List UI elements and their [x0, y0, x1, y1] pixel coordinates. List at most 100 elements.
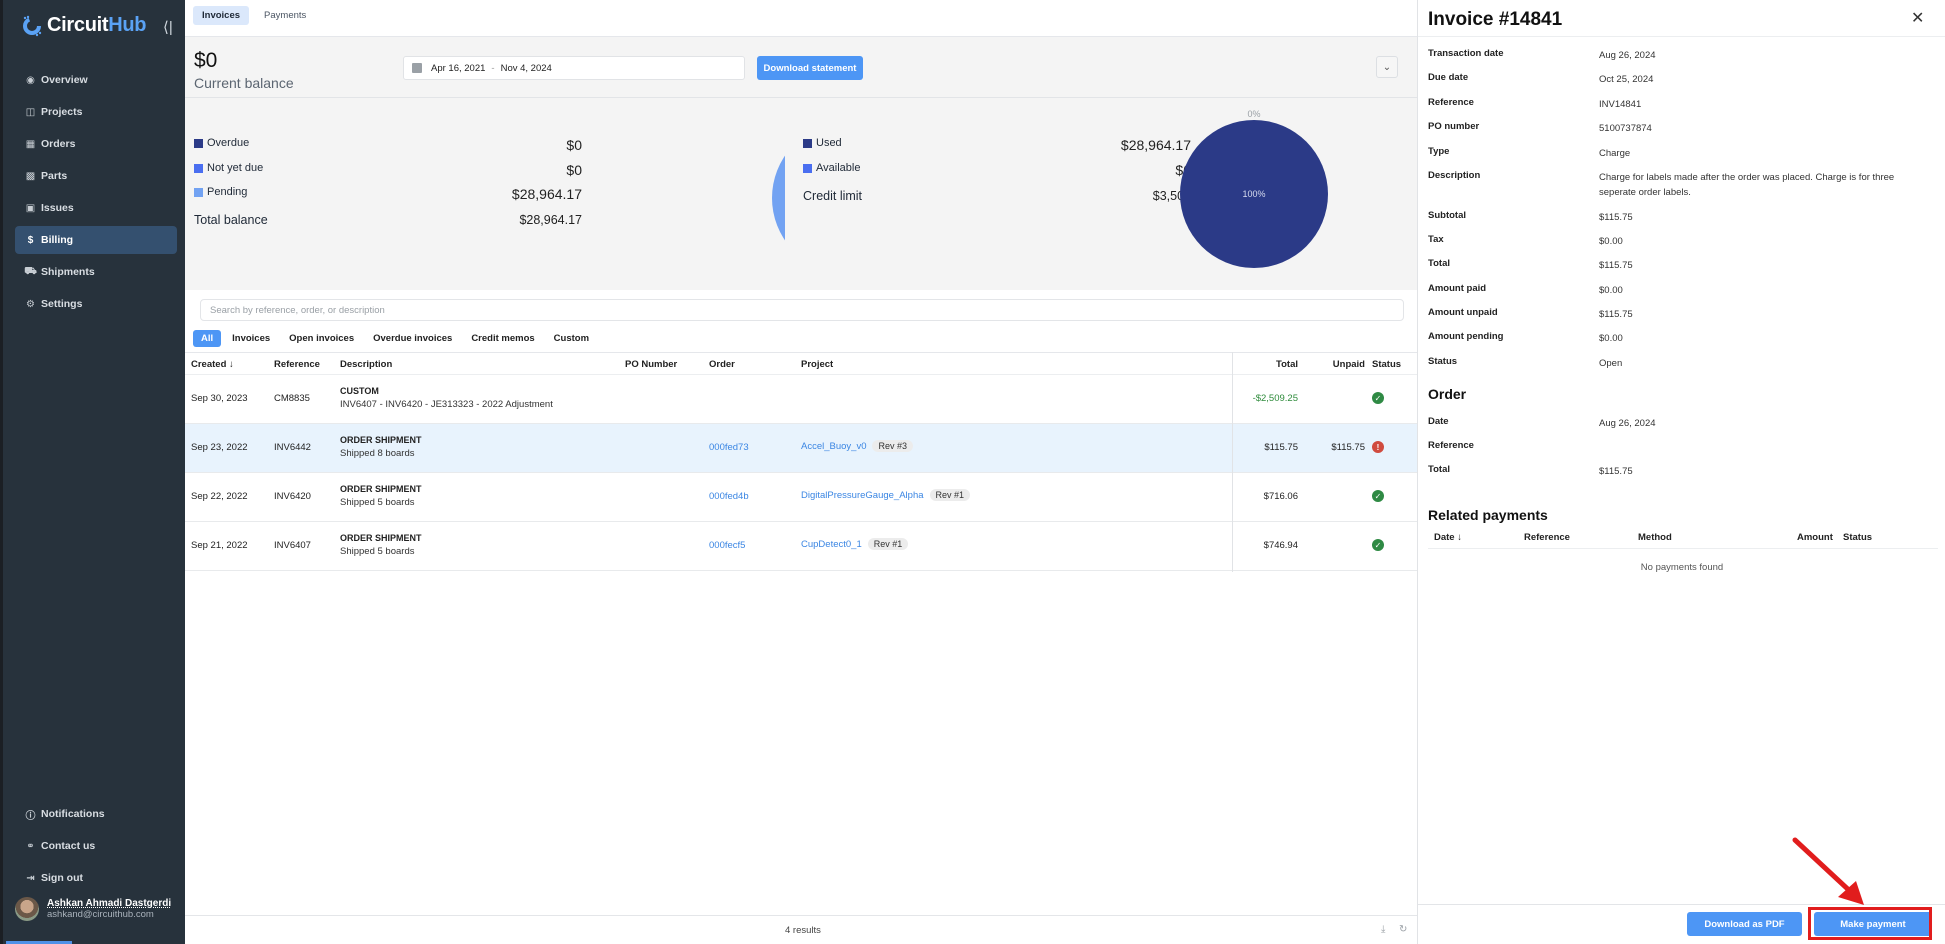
- sidebar-item-orders[interactable]: ▦ Orders: [15, 130, 177, 158]
- order-detail-label: Date: [1428, 416, 1449, 427]
- project-link[interactable]: DigitalPressureGauge_Alpha: [801, 490, 924, 501]
- revision-badge: Rev #1: [867, 538, 909, 550]
- sidebar-item-parts[interactable]: ▩ Parts: [15, 162, 177, 190]
- revision-badge: Rev #1: [929, 489, 971, 501]
- column-status[interactable]: Status: [1372, 359, 1401, 370]
- status-paid-check-icon: ✓: [1372, 392, 1384, 404]
- cell-reference: INV6407: [274, 540, 311, 551]
- sidebar-item-issues[interactable]: ▣ Issues: [15, 194, 177, 222]
- filter-credit-memos[interactable]: Credit memos: [463, 330, 542, 347]
- legend-swatch-available: [803, 163, 812, 173]
- column-order[interactable]: Order: [709, 359, 735, 370]
- credit-pie-chart: 100% 0%: [1180, 109, 1328, 268]
- cell-description: ORDER SHIPMENT Shipped 5 boards: [340, 484, 422, 508]
- user-profile[interactable]: Ashkan Ahmadi Dastgerdi ashkand@circuith…: [15, 897, 171, 921]
- payments-column-method[interactable]: Method: [1638, 532, 1672, 543]
- detail-value: $0.00: [1599, 236, 1623, 247]
- sidebar-item-settings[interactable]: ⚙ Settings: [15, 290, 177, 318]
- tab-payments[interactable]: Payments: [255, 6, 315, 25]
- cell-order-link[interactable]: 000fecf5: [709, 540, 745, 551]
- detail-value: INV14841: [1599, 99, 1642, 110]
- logo[interactable]: CircuitHub: [21, 14, 147, 37]
- detail-value: $115.75: [1599, 212, 1633, 223]
- cell-created: Sep 23, 2022: [191, 442, 248, 453]
- cell-total: $716.06: [1263, 491, 1298, 502]
- search-input[interactable]: [200, 299, 1404, 321]
- detail-label: Amount paid: [1428, 283, 1487, 294]
- column-description[interactable]: Description: [340, 359, 392, 370]
- panel-footer-divider: [1418, 904, 1945, 905]
- filter-all[interactable]: All: [193, 330, 222, 347]
- project-icon: ◫: [25, 106, 36, 118]
- pie-slice-pending[interactable]: [772, 126, 785, 270]
- project-link[interactable]: CupDetect0_1: [801, 539, 862, 550]
- sidebar-item-billing[interactable]: $ Billing: [15, 226, 177, 254]
- legend-swatch-not-yet-due: [194, 163, 203, 173]
- avatar: [15, 897, 39, 921]
- table-footer: 4 results ⤓ ↻: [185, 915, 1417, 944]
- available-value: $0: [1175, 162, 1191, 178]
- column-reference[interactable]: Reference: [274, 359, 320, 370]
- sidebar-item-shipments[interactable]: ⛟ Shipments: [15, 258, 177, 286]
- filter-overdue-invoices[interactable]: Overdue invoices: [365, 330, 460, 347]
- filter-invoices[interactable]: Invoices: [224, 330, 278, 347]
- results-count: 4 results: [785, 925, 821, 936]
- cell-reference: CM8835: [274, 393, 310, 404]
- order-detail-value: $115.75: [1599, 466, 1633, 477]
- payments-column-amount[interactable]: Amount: [1797, 532, 1833, 543]
- cell-created: Sep 30, 2023: [191, 393, 248, 404]
- description-title: ORDER SHIPMENT: [340, 435, 422, 445]
- chevron-down-icon: ⌄: [1382, 61, 1392, 73]
- payments-column-status[interactable]: Status: [1843, 532, 1872, 543]
- detail-value: Charge for labels made after the order w…: [1599, 172, 1895, 198]
- date-range-picker[interactable]: Apr 16, 2021 - Nov 4, 2024: [403, 56, 745, 80]
- sidebar-item-overview[interactable]: ◉ Overview: [15, 66, 177, 94]
- column-total[interactable]: Total: [1276, 359, 1298, 370]
- cell-order-link[interactable]: 000fed4b: [709, 491, 749, 502]
- detail-value: Charge: [1599, 148, 1631, 159]
- order-detail-value: Aug 26, 2024: [1599, 418, 1656, 429]
- download-statement-button[interactable]: Download statement: [757, 56, 863, 80]
- download-icon[interactable]: ⤓: [1381, 924, 1385, 935]
- column-project[interactable]: Project: [801, 359, 833, 370]
- filter-custom[interactable]: Custom: [546, 330, 597, 347]
- cell-created: Sep 22, 2022: [191, 491, 248, 502]
- detail-label: Transaction date: [1428, 48, 1504, 59]
- status-paid-check-icon: ✓: [1372, 539, 1384, 551]
- sidebar-item-projects[interactable]: ◫ Projects: [15, 98, 177, 126]
- make-payment-button[interactable]: Make payment: [1814, 912, 1932, 936]
- balance-pie-chart: 0%0%100%: [772, 126, 785, 270]
- sidebar: CircuitHub ⟨| ◉ Overview ◫ Projects ▦ Order…: [0, 0, 185, 944]
- column-po-number[interactable]: PO Number: [625, 359, 677, 370]
- cell-order-link[interactable]: 000fed73: [709, 442, 749, 453]
- download-pdf-button[interactable]: Download as PDF: [1687, 912, 1802, 936]
- close-icon[interactable]: ✕: [1911, 8, 1924, 28]
- column-unpaid[interactable]: Unpaid: [1333, 359, 1365, 370]
- description-subtitle: INV6407 - INV6420 - JE313323 - 2022 Adju…: [340, 399, 553, 410]
- column-created[interactable]: Created ↓: [191, 359, 234, 370]
- circuit-logo-icon: [23, 15, 42, 36]
- total-balance-label: Total balance: [194, 213, 268, 227]
- cell-total: $746.94: [1263, 540, 1298, 551]
- tab-invoices[interactable]: Invoices: [193, 6, 250, 25]
- sidebar-item-notifications[interactable]: ⓘ Notifications: [15, 800, 177, 828]
- billing-tabs: Invoices Payments: [193, 6, 315, 25]
- project-link[interactable]: Accel_Buoy_v0: [801, 441, 866, 452]
- cell-description: ORDER SHIPMENT Shipped 5 boards: [340, 533, 422, 557]
- collapse-sidebar-icon[interactable]: ⟨|: [163, 18, 173, 36]
- filter-open-invoices[interactable]: Open invoices: [281, 330, 362, 347]
- expand-summary-button[interactable]: ⌄: [1376, 56, 1398, 78]
- sidebar-item-contact-us[interactable]: ⚭ Contact us: [15, 832, 177, 860]
- payments-column-reference[interactable]: Reference: [1524, 532, 1570, 543]
- legend-swatch-pending: [194, 187, 203, 197]
- invoice-detail-panel: Invoice #14841 ✕ Transaction date Aug 26,…: [1417, 0, 1945, 944]
- detail-label: Description: [1428, 170, 1481, 181]
- user-email: ashkand@circuithub.com: [47, 909, 154, 920]
- payments-column-date[interactable]: Date ↓: [1434, 532, 1462, 543]
- sidebar-item-sign-out[interactable]: ⇥ Sign out: [15, 864, 177, 892]
- detail-label: Amount pending: [1428, 331, 1504, 342]
- refresh-icon[interactable]: ↻: [1399, 924, 1407, 935]
- credit-limit-value: $3,500: [1152, 189, 1191, 203]
- cell-unpaid: $115.75: [1331, 442, 1365, 453]
- revision-badge: Rev #3: [872, 440, 914, 452]
